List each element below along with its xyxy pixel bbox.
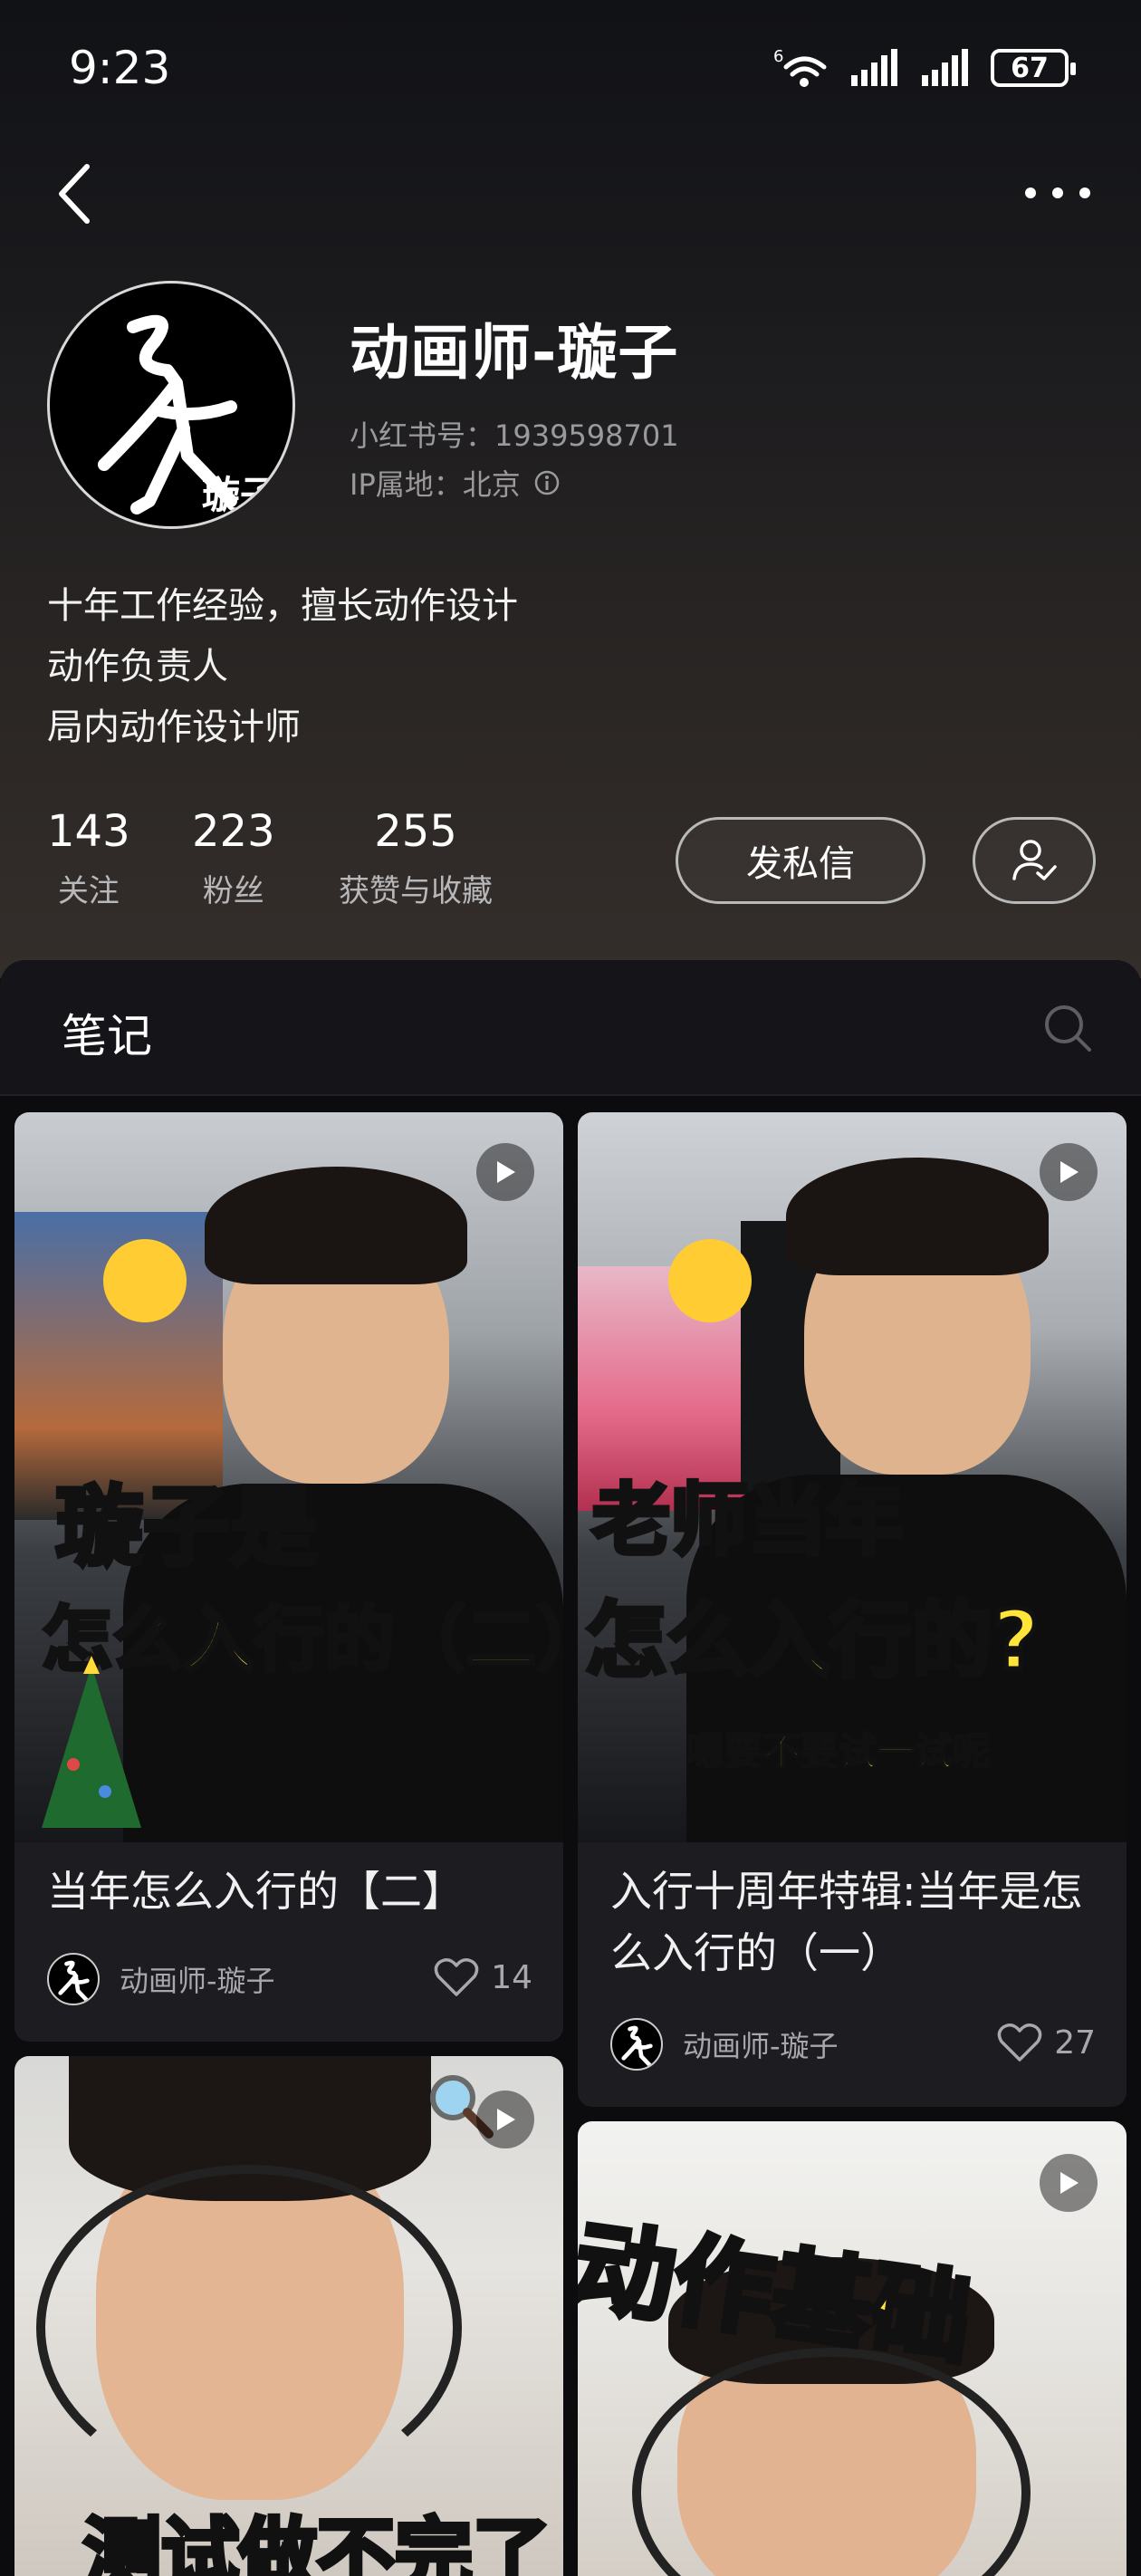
status-time: 9:23: [69, 42, 171, 94]
user-check-icon: [1012, 840, 1057, 880]
more-options-icon[interactable]: [1021, 178, 1094, 208]
overlay-text-line1: 璇子是: [54, 1475, 320, 1581]
note-card[interactable]: 老师当年 怎么入行的? 嗯要不要试一试呢 入行十周年特辑:当年是怎么入行的（一）…: [578, 1112, 1127, 2107]
like-counter[interactable]: 14: [433, 1956, 532, 1998]
author-avatar: [47, 1953, 100, 2005]
status-icons: 6 67: [773, 47, 1076, 89]
headset-icon: [36, 2165, 462, 2491]
bio: 十年工作经验，擅长动作设计 动作负责人 局内动作设计师: [47, 576, 518, 758]
play-icon: [1040, 1143, 1098, 1201]
stat-followers-count: 223: [192, 806, 275, 857]
overlay-text-line1: 测试做不完了: [82, 2508, 553, 2576]
overlay-text-line3: 嗯要不要试一试呢: [686, 1728, 992, 1774]
red-id: 小红书号：1939598701: [350, 418, 679, 453]
note-thumbnail: 璇子是 怎么入行的（二）: [14, 1112, 563, 1842]
heart-icon: [997, 2023, 1042, 2062]
author-avatar: [610, 2018, 663, 2071]
note-card[interactable]: 动作基础: [578, 2121, 1127, 2576]
send-message-label: 发私信: [746, 843, 855, 885]
author-name: 动画师-璇子: [120, 1964, 275, 1998]
note-thumbnail: 动作基础: [578, 2121, 1127, 2576]
search-icon[interactable]: [1041, 1002, 1094, 1054]
stat-likes-label: 获赞与收藏: [339, 873, 493, 909]
stat-following-count: 143: [47, 806, 130, 857]
note-card[interactable]: 璇子是 怎么入行的（二） 当年怎么入行的【二】 动画师-璇子 14: [14, 1112, 563, 2042]
notes-tab-bar: 笔记: [0, 960, 1141, 1096]
overlay-text-line1: 动作基础: [578, 2206, 981, 2381]
stat-followers[interactable]: 223 粉丝: [192, 806, 275, 910]
overlay-text-line2: 怎么入行的?: [582, 1591, 1041, 1691]
follow-status-button[interactable]: [973, 817, 1096, 904]
profile-name: 动画师-璇子: [350, 318, 679, 388]
note-thumbnail: 测试做不完了: [14, 2056, 563, 2576]
person-hair: [786, 1158, 1049, 1275]
play-icon: [476, 1143, 534, 1201]
play-icon: [1040, 2154, 1098, 2212]
like-count: 14: [491, 1958, 532, 1996]
battery-icon: 67: [991, 49, 1076, 87]
battery-level: 67: [1011, 52, 1049, 84]
wifi-icon: 6: [773, 47, 827, 87]
tab-notes[interactable]: 笔记: [62, 1000, 152, 1065]
bio-line: 动作负责人: [47, 646, 228, 687]
avatar-logo: 璇子: [98, 314, 278, 517]
note-author[interactable]: 动画师-璇子: [47, 1953, 275, 2005]
note-title: 当年怎么入行的【二】: [47, 1867, 464, 1916]
christmas-tree-icon: [42, 1656, 141, 1828]
note-thumbnail: 老师当年 怎么入行的? 嗯要不要试一试呢: [578, 1112, 1127, 1842]
status-bar: 9:23 6 67: [0, 0, 1141, 136]
sunglasses-emoji: [103, 1239, 187, 1322]
overlay-text-line1: 老师当年: [590, 1474, 906, 1569]
network-label: 6: [773, 47, 783, 66]
ip-location-text: IP属地：北京: [350, 467, 521, 502]
avatar[interactable]: 璇子: [47, 281, 295, 529]
note-author[interactable]: 动画师-璇子: [610, 2018, 839, 2071]
author-name: 动画师-璇子: [683, 2029, 839, 2063]
signal-icon: [851, 49, 897, 86]
bio-line: 局内动作设计师: [47, 706, 301, 748]
note-title: 入行十周年特辑:当年是怎么入行的（一）: [610, 1867, 1083, 1977]
stat-followers-label: 粉丝: [202, 873, 264, 909]
like-count: 27: [1054, 2023, 1096, 2062]
headset-icon: [632, 2348, 1031, 2576]
stat-likes-collects[interactable]: 255 获赞与收藏: [339, 806, 493, 910]
like-counter[interactable]: 27: [996, 2022, 1096, 2063]
play-icon: [476, 2091, 534, 2148]
heart-icon: [434, 1958, 479, 1996]
stat-following[interactable]: 143 关注: [47, 806, 130, 910]
info-icon[interactable]: [533, 469, 561, 496]
stat-following-label: 关注: [57, 873, 120, 909]
ip-location: IP属地：北京: [350, 462, 561, 504]
sunglasses-emoji: [668, 1239, 752, 1322]
bio-line: 十年工作经验，擅长动作设计: [47, 585, 518, 627]
person-hair: [205, 1167, 467, 1284]
send-message-button[interactable]: 发私信: [676, 817, 925, 904]
back-arrow-icon[interactable]: [47, 159, 101, 228]
signal-icon-2: [922, 49, 968, 86]
stat-likes-count: 255: [374, 806, 457, 857]
note-card[interactable]: 测试做不完了: [14, 2056, 563, 2576]
